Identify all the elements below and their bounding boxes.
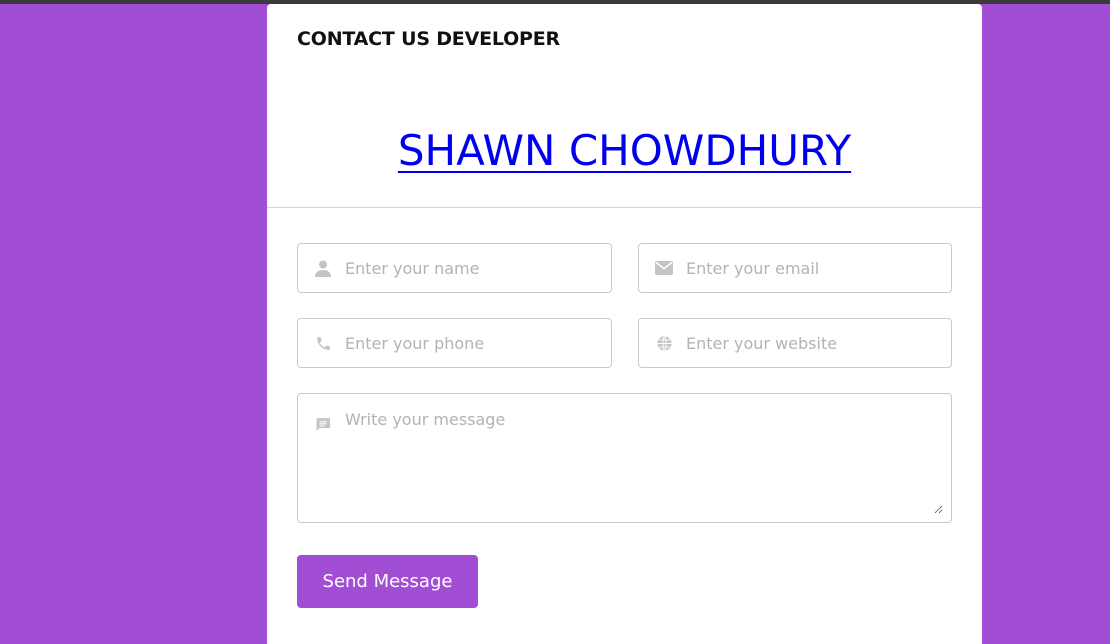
contact-card: CONTACT US DEVELOPER SHAWN CHOWDHURY Ent… bbox=[267, 4, 982, 644]
send-message-button[interactable]: Send Message bbox=[297, 555, 478, 608]
phone-icon bbox=[314, 334, 332, 352]
name-input[interactable] bbox=[345, 244, 603, 292]
website-field[interactable] bbox=[638, 318, 952, 368]
name-field[interactable] bbox=[297, 243, 612, 293]
message-field[interactable] bbox=[297, 393, 952, 523]
divider bbox=[267, 207, 982, 208]
phone-input[interactable] bbox=[345, 319, 603, 367]
phone-field[interactable] bbox=[297, 318, 612, 368]
message-icon bbox=[314, 415, 332, 433]
message-textarea[interactable] bbox=[345, 410, 943, 514]
envelope-icon bbox=[655, 259, 673, 277]
email-input[interactable] bbox=[686, 244, 943, 292]
developer-name-link[interactable]: SHAWN CHOWDHURY bbox=[398, 126, 851, 175]
email-field[interactable] bbox=[638, 243, 952, 293]
user-icon bbox=[314, 259, 332, 277]
website-input[interactable] bbox=[686, 319, 943, 367]
globe-icon bbox=[655, 334, 673, 352]
card-title: CONTACT US DEVELOPER bbox=[297, 28, 560, 50]
developer-link-container: SHAWN CHOWDHURY bbox=[267, 126, 982, 175]
